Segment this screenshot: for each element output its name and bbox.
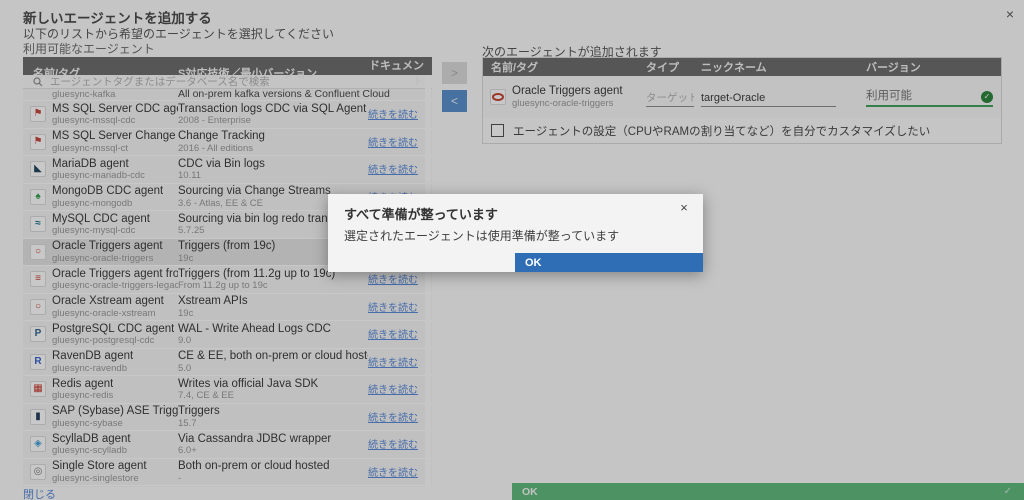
dialog-title: すべて準備が整っています [344, 204, 498, 223]
dialog-ok-button[interactable]: OK [515, 253, 703, 272]
ready-dialog: すべて準備が整っています × 選定されたエージェントは使用準備が整っています O… [328, 194, 703, 272]
dialog-close-icon[interactable]: × [675, 198, 693, 216]
dialog-body: 選定されたエージェントは使用準備が整っています [344, 227, 619, 244]
add-agent-window: 新しいエージェントを追加する × 以下のリストから希望のエージェントを選択してく… [0, 0, 1024, 500]
